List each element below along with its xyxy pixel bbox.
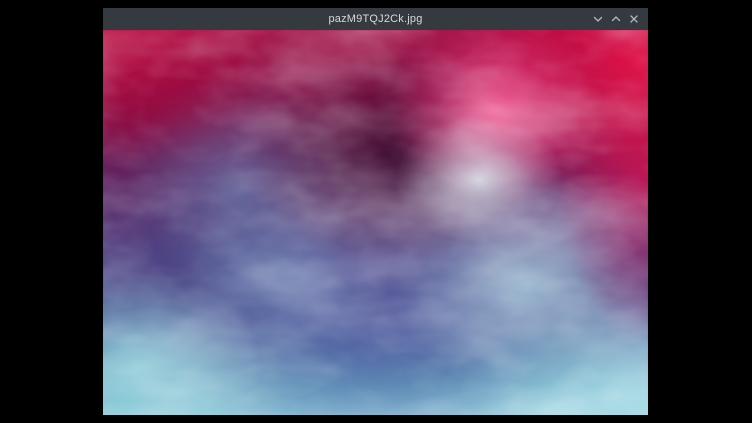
- minimize-button[interactable]: [591, 11, 605, 27]
- window-controls: [591, 11, 648, 27]
- desktop-background: pazM9TQJ2Ck.jpg: [0, 0, 752, 423]
- maximize-button[interactable]: [609, 11, 623, 27]
- chevron-up-icon: [610, 13, 622, 25]
- chevron-down-icon: [592, 13, 604, 25]
- window-titlebar[interactable]: pazM9TQJ2Ck.jpg: [103, 8, 648, 30]
- close-button[interactable]: [627, 11, 641, 27]
- displayed-image: [103, 30, 648, 415]
- window-title: pazM9TQJ2Ck.jpg: [103, 8, 648, 30]
- image-viewer-window: pazM9TQJ2Ck.jpg: [103, 8, 648, 415]
- smoke-texture-overlay: [103, 30, 648, 415]
- close-icon: [628, 13, 640, 25]
